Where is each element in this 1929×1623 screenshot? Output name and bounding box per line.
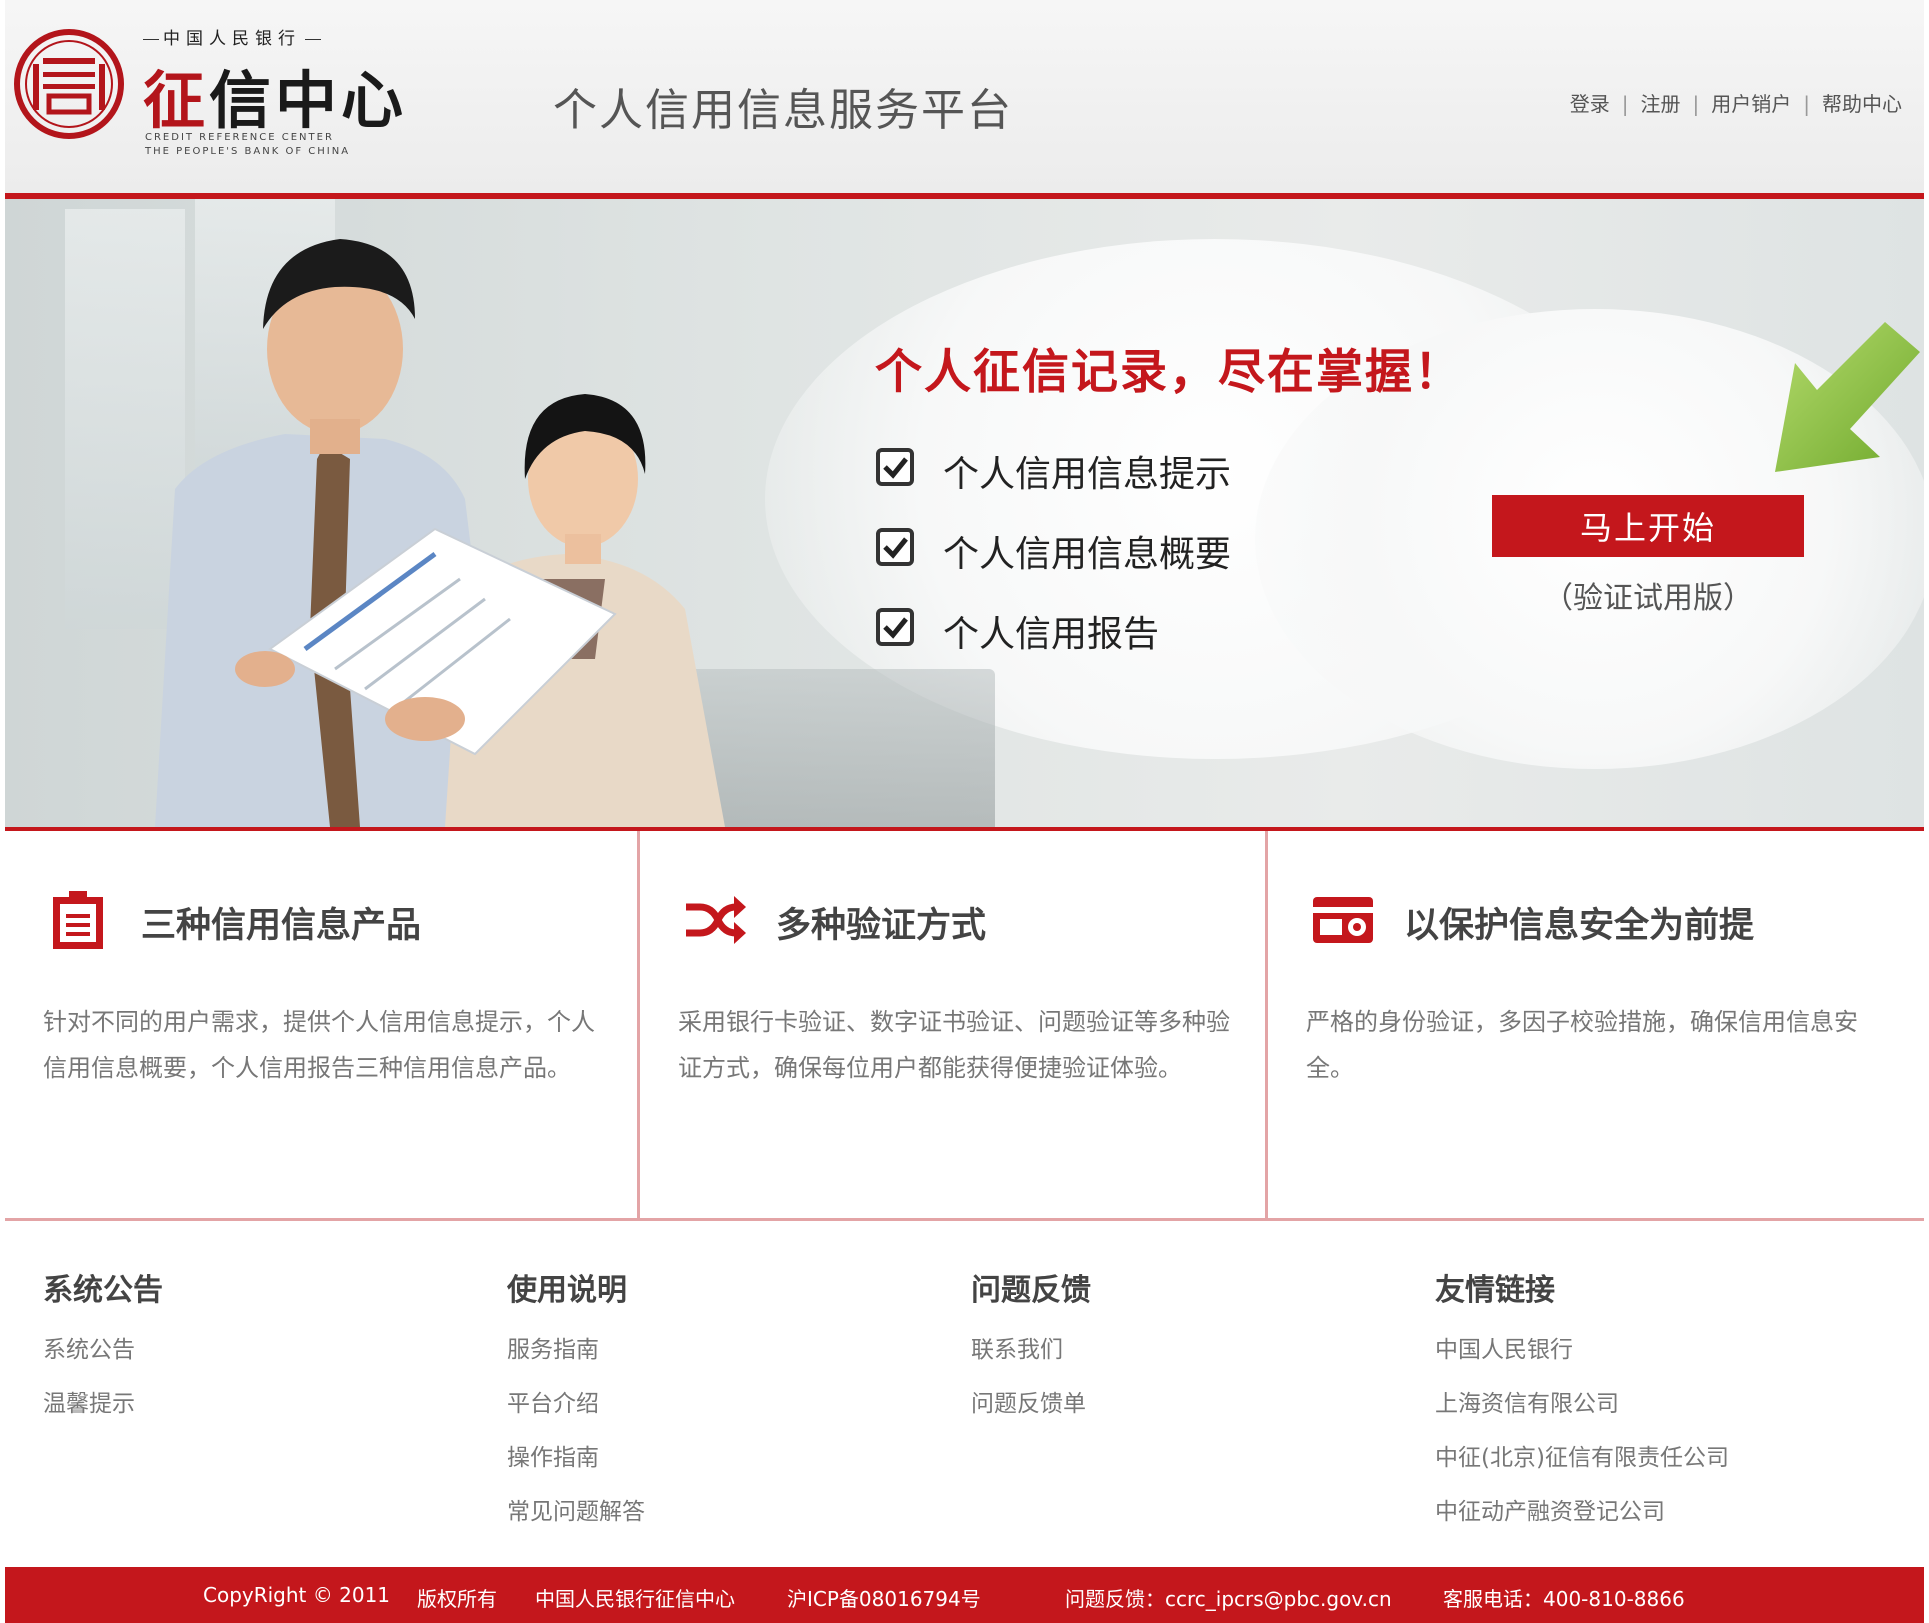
- footer-link[interactable]: 问题反馈单: [971, 1377, 1091, 1431]
- link-column-heading: 使用说明: [507, 1273, 627, 1308]
- link-column-friendly-links: 友情链接 中国人民银行 上海资信有限公司 中征(北京)征信有限责任公司 中征动产…: [1435, 1265, 1729, 1539]
- footer-link[interactable]: 温馨提示: [43, 1377, 163, 1431]
- feature-text: 个人信用报告: [943, 614, 1160, 655]
- logo-english-line2: THE PEOPLE'S BANK OF CHINA: [145, 146, 351, 157]
- checkbox-checked-icon: [876, 448, 914, 486]
- checkbox-checked-icon: [876, 608, 914, 646]
- footer-links: 系统公告 系统公告 温馨提示 使用说明 服务指南 平台介绍 操作指南 常见问题解…: [5, 1221, 1924, 1564]
- logo-english-line1: CREDIT REFERENCE CENTER: [145, 132, 334, 143]
- footer-organization: 中国人民银行征信中心: [535, 1587, 735, 1611]
- start-now-button[interactable]: 马上开始: [1492, 495, 1804, 557]
- link-column-heading: 问题反馈: [971, 1273, 1091, 1308]
- nav-separator: |: [1692, 92, 1700, 116]
- footer-link[interactable]: 服务指南: [507, 1323, 645, 1377]
- footer-link[interactable]: 常见问题解答: [507, 1485, 645, 1539]
- link-column-heading: 系统公告: [43, 1273, 163, 1308]
- logo-seal-icon: [14, 29, 124, 139]
- logo-top-text: 中国人民银行: [139, 24, 325, 49]
- hero-banner: 个人征信记录，尽在掌握！ 个人信用信息提示 个人信用信息概要 个人信用报告 马上…: [5, 199, 1924, 827]
- nav-separator: |: [1621, 92, 1629, 116]
- page: 中国人民银行 征信中心 CREDIT REFERENCE CENTER THE …: [5, 0, 1924, 1623]
- nav-help-link[interactable]: 帮助中心: [1822, 92, 1902, 116]
- footer-hotline: 客服电话：400-810-8866: [1443, 1587, 1685, 1611]
- logo-main-text: 征信中心: [143, 50, 407, 140]
- id-card-icon: [1313, 897, 1373, 943]
- info-section: 三种信用信息产品 针对不同的用户需求，提供个人信用信息提示，个人信用信息概要，个…: [5, 831, 1924, 1218]
- shuffle-icon: [686, 896, 746, 944]
- green-arrow-icon: [1775, 322, 1920, 472]
- people-photo-illustration: [155, 239, 725, 827]
- footer-link[interactable]: 中征(北京)征信有限责任公司: [1435, 1431, 1729, 1485]
- info-column: 多种验证方式 采用银行卡验证、数字证书验证、问题验证等多种验证方式，确保每位用户…: [637, 831, 1265, 1218]
- link-column-announcements: 系统公告 系统公告 温馨提示: [43, 1265, 163, 1431]
- info-column: 三种信用信息产品 针对不同的用户需求，提供个人信用信息提示，个人信用信息概要，个…: [5, 831, 637, 1218]
- info-title: 以保护信息安全为前提: [1404, 906, 1755, 946]
- info-column: 以保护信息安全为前提 严格的身份验证，多因子校验措施，确保信用信息安全。: [1265, 831, 1924, 1218]
- info-title: 三种信用信息产品: [141, 906, 422, 946]
- logo[interactable]: 中国人民银行 征信中心 CREDIT REFERENCE CENTER THE …: [13, 24, 433, 174]
- footer-bar: CopyRight © 2011 版权所有 中国人民银行征信中心 沪ICP备08…: [5, 1567, 1924, 1623]
- footer-copyright: CopyRight © 2011: [203, 1583, 391, 1607]
- footer-feedback-email: 问题反馈：ccrc_ipcrs@pbc.gov.cn: [1065, 1587, 1392, 1611]
- link-column-feedback: 问题反馈 联系我们 问题反馈单: [971, 1265, 1091, 1431]
- feature-text: 个人信用信息提示: [943, 454, 1232, 495]
- footer-icp: 沪ICP备08016794号: [787, 1587, 981, 1611]
- link-column-heading: 友情链接: [1435, 1273, 1555, 1308]
- header: 中国人民银行 征信中心 CREDIT REFERENCE CENTER THE …: [5, 0, 1924, 193]
- footer-link[interactable]: 平台介绍: [507, 1377, 645, 1431]
- logo-main-first: 征: [143, 64, 210, 137]
- footer-link[interactable]: 联系我们: [971, 1323, 1091, 1377]
- footer-link[interactable]: 上海资信有限公司: [1435, 1377, 1729, 1431]
- trial-version-note: （验证试用版）: [1543, 581, 1753, 616]
- footer-rights: 版权所有: [417, 1587, 497, 1611]
- nav-separator: |: [1803, 92, 1810, 116]
- logo-main-rest: 信中心: [209, 64, 408, 137]
- footer-link[interactable]: 中国人民银行: [1435, 1323, 1729, 1377]
- site-title: 个人信用信息服务平台: [553, 85, 1013, 136]
- checkbox-checked-icon: [876, 528, 914, 566]
- info-description: 针对不同的用户需求，提供个人信用信息提示，个人信用信息概要，个人信用报告三种信用…: [43, 1008, 595, 1082]
- info-title: 多种验证方式: [776, 906, 987, 946]
- clipboard-icon: [53, 891, 103, 949]
- info-description: 严格的身份验证，多因子校验措施，确保信用信息安全。: [1306, 1008, 1858, 1082]
- link-column-instructions: 使用说明 服务指南 平台介绍 操作指南 常见问题解答: [507, 1265, 645, 1539]
- footer-link[interactable]: 中征动产融资登记公司: [1435, 1485, 1729, 1539]
- banner-slogan: 个人征信记录，尽在掌握！: [875, 345, 1463, 400]
- nav-login-link[interactable]: 登录: [1570, 92, 1610, 116]
- top-nav: 登录 | 注册 | 用户销户 | 帮助中心: [1570, 88, 1902, 117]
- nav-register-link[interactable]: 注册: [1641, 92, 1681, 116]
- nav-close-account-link[interactable]: 用户销户: [1711, 92, 1791, 116]
- footer-link[interactable]: 操作指南: [507, 1431, 645, 1485]
- feature-text: 个人信用信息概要: [943, 534, 1232, 575]
- info-description: 采用银行卡验证、数字证书验证、问题验证等多种验证方式，确保每位用户都能获得便捷验…: [678, 1008, 1230, 1082]
- footer-link[interactable]: 系统公告: [43, 1323, 163, 1377]
